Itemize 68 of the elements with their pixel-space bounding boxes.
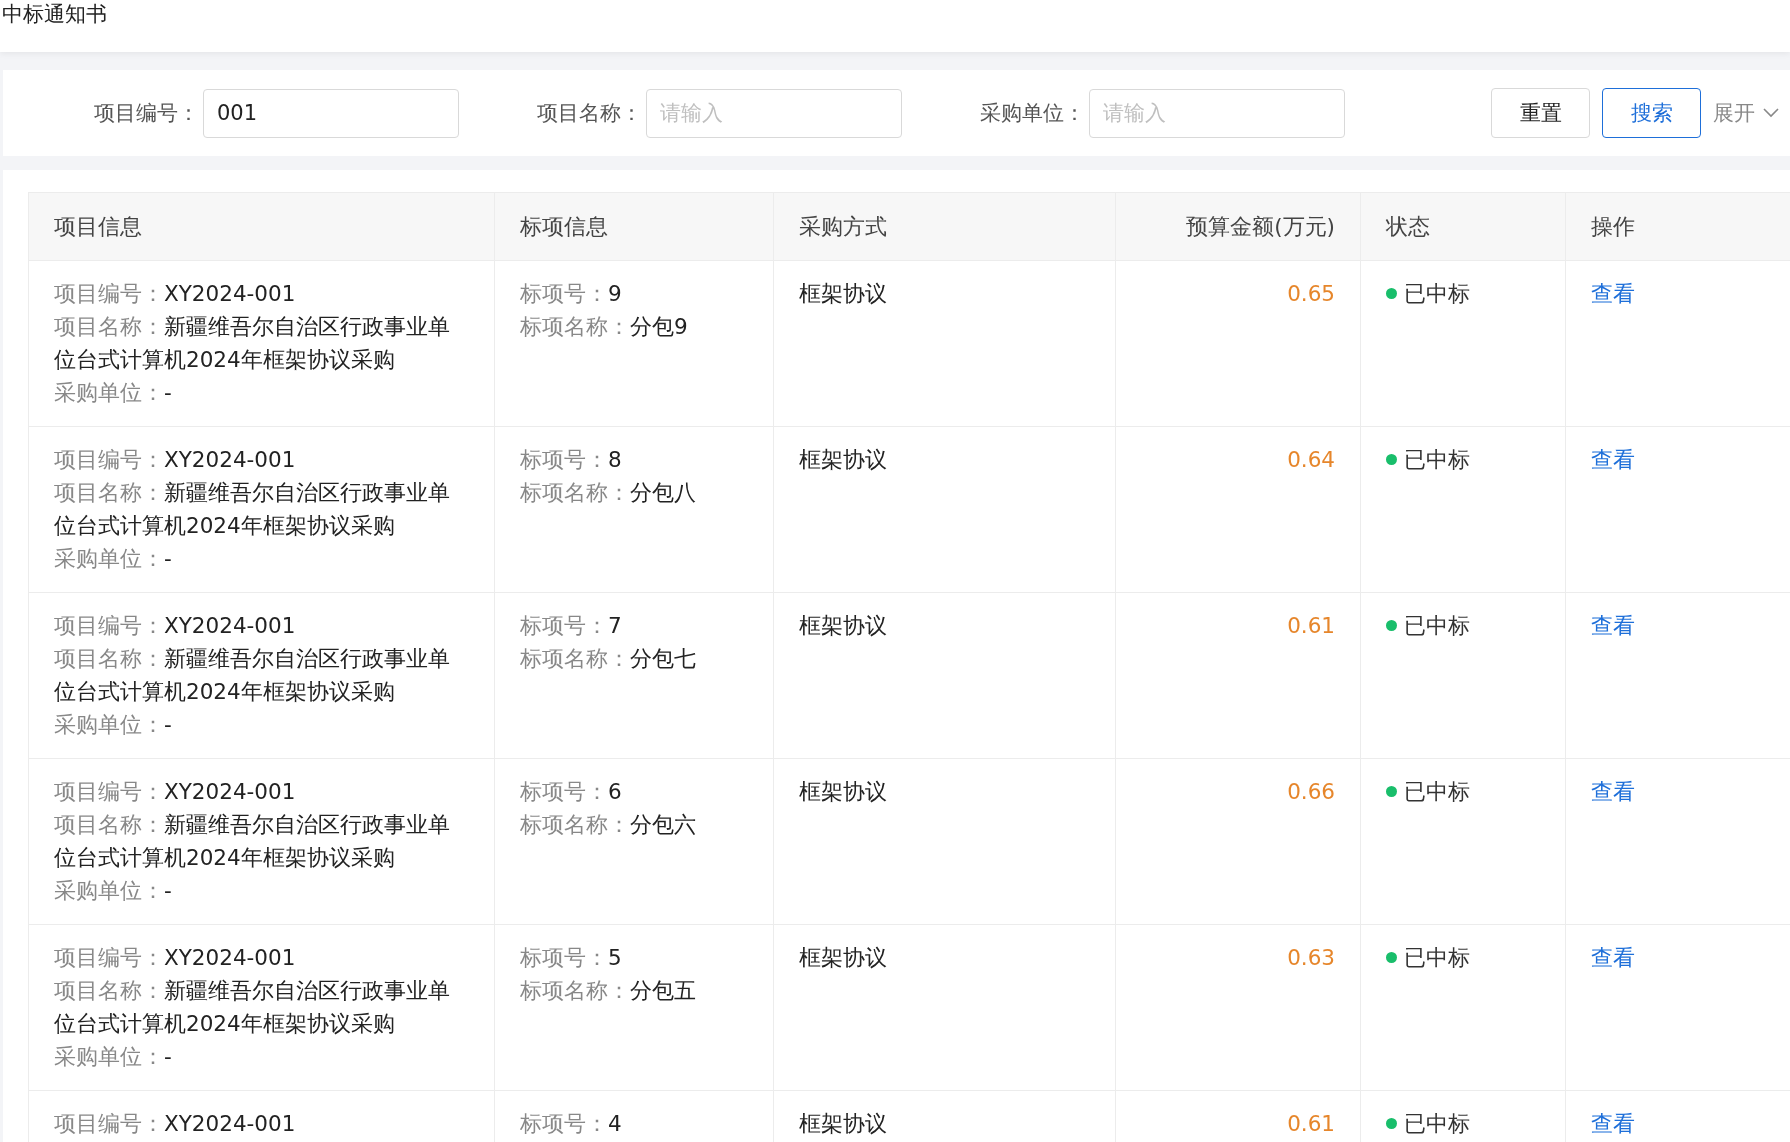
info-text: 项目编号：XY2024-001 [54,778,297,806]
status-text: 已中标 [1404,778,1470,806]
method-text: 框架协议 [799,612,888,640]
view-link[interactable]: 查看 [1591,1111,1635,1136]
info-text: 项目名称：新疆维吾尔自治区行政事业单位台式计算机2024年框架协议采购 [54,479,451,540]
info-text: 标项号：8 [520,446,623,474]
view-link[interactable]: 查看 [1591,613,1635,638]
info-text: 项目编号：XY2024-001 [54,1110,297,1138]
amount-text: 0.61 [1286,612,1335,640]
method-text: 框架协议 [799,778,888,806]
info-text: 项目编号：XY2024-001 [54,612,297,640]
view-link[interactable]: 查看 [1591,281,1635,306]
info-text: 项目名称：新疆维吾尔自治区行政事业单位台式计算机2024年框架协议采购 [54,977,451,1038]
method-text: 框架协议 [799,1110,888,1138]
info-text: 项目名称：新疆维吾尔自治区行政事业单位台式计算机2024年框架协议采购 [54,645,451,706]
method-text: 框架协议 [799,446,888,474]
status-text: 已中标 [1404,1110,1470,1138]
info-text: 标项名称：分包七 [520,645,697,673]
amount-text: 0.64 [1286,446,1335,474]
column-header: 操作 [1565,192,1790,261]
column-header: 状态 [1360,192,1566,261]
filter-label: 项目名称： [537,100,642,127]
amount-text: 0.65 [1286,280,1335,308]
info-text: 采购单位：- [54,711,173,739]
input-field[interactable]: 001 [203,88,459,138]
status-text: 已中标 [1404,446,1470,474]
amount-text: 0.63 [1286,944,1335,972]
page-title: 中标通知书 [1,1,108,28]
chevron-down-icon [1763,108,1779,118]
column-header: 采购方式 [773,192,1116,261]
filter-label: 采购单位： [980,100,1085,127]
amount-text: 0.66 [1286,778,1335,806]
view-link[interactable]: 查看 [1591,447,1635,472]
expand-button[interactable]: 展开 [1713,99,1779,127]
info-text: 标项号：7 [520,612,623,640]
reset-button[interactable]: 重置 [1491,88,1590,138]
view-link[interactable]: 查看 [1591,945,1635,970]
info-text: 采购单位：- [54,545,173,573]
info-text: 采购单位：- [54,877,173,905]
info-text: 标项名称：分包八 [520,479,697,507]
info-text: 标项号：6 [520,778,623,806]
search-button[interactable]: 搜索 [1602,88,1701,138]
info-text: 标项名称：分包六 [520,811,697,839]
status-text: 已中标 [1404,944,1470,972]
filter-label: 项目编号： [94,100,199,127]
amount-text: 0.61 [1286,1110,1335,1138]
info-text: 项目编号：XY2024-001 [54,280,297,308]
info-text: 采购单位：- [54,379,173,407]
info-text: 标项号：9 [520,280,623,308]
view-link[interactable]: 查看 [1591,779,1635,804]
info-text: 标项号：4 [520,1110,623,1138]
info-text: 标项名称：分包五 [520,977,697,1005]
method-text: 框架协议 [799,944,888,972]
method-text: 框架协议 [799,280,888,308]
column-header: 项目信息 [28,192,495,261]
status-text: 已中标 [1404,280,1470,308]
info-text: 标项号：5 [520,944,623,972]
info-text: 项目名称：新疆维吾尔自治区行政事业单位台式计算机2024年框架协议采购 [54,811,451,872]
status-text: 已中标 [1404,612,1470,640]
info-text: 采购单位：- [54,1043,173,1071]
info-text: 标项名称：分包9 [520,313,689,341]
info-text: 项目编号：XY2024-001 [54,446,297,474]
column-header: 标项信息 [494,192,774,261]
column-header: 预算金额(万元) [1115,192,1361,261]
input-field[interactable]: 请输入 [1089,88,1345,138]
input-field[interactable]: 请输入 [646,88,902,138]
info-text: 项目名称：新疆维吾尔自治区行政事业单位台式计算机2024年框架协议采购 [54,313,451,374]
info-text: 项目编号：XY2024-001 [54,944,297,972]
